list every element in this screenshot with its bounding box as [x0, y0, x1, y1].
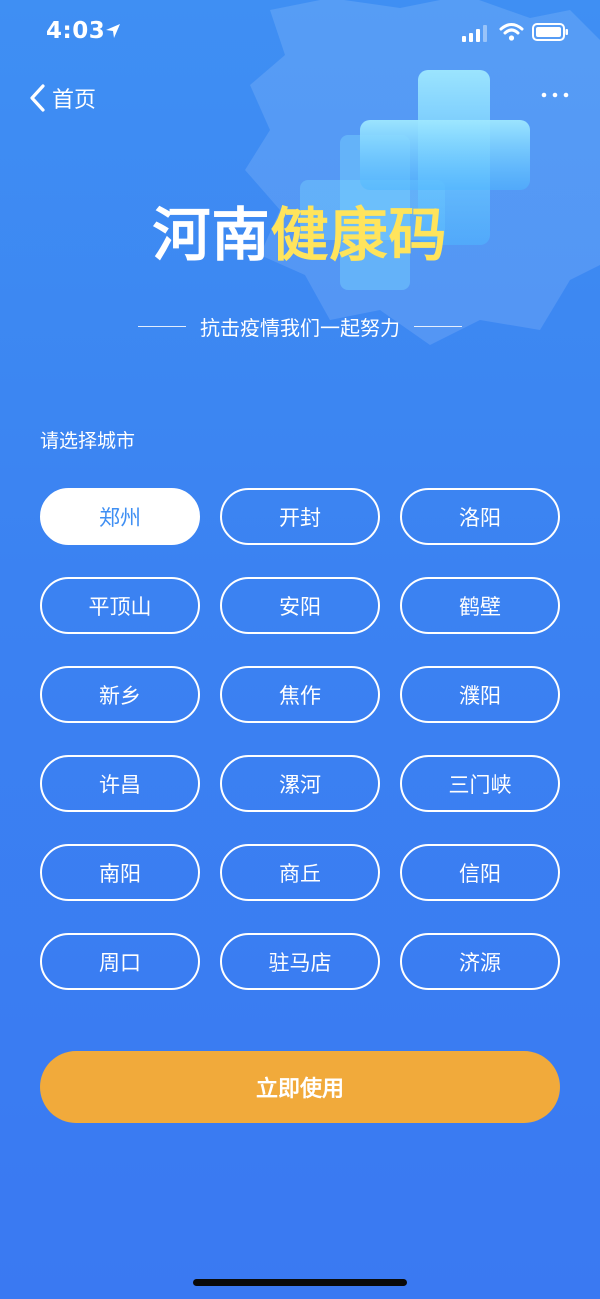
subtitle-slogan: 抗击疫情我们一起努力 [200, 316, 400, 340]
city-grid: 郑州 开封 洛阳 平顶山 安阳 鹤壁 新乡 焦作 濮阳 许昌 漯河 三门峡 南阳… [40, 488, 560, 990]
city-button[interactable]: 焦作 [220, 666, 380, 723]
signal-icon [462, 25, 487, 42]
title-health-code: 健康码 [270, 201, 448, 269]
city-button[interactable]: 安阳 [220, 577, 380, 634]
title-region: 河南 [152, 201, 271, 269]
city-button[interactable]: 洛阳 [400, 488, 560, 545]
city-button[interactable]: 开封 [220, 488, 380, 545]
location-arrow-icon [106, 24, 120, 38]
city-button[interactable]: 鹤壁 [400, 577, 560, 634]
status-bar: 4:03 [0, 0, 600, 66]
city-button[interactable]: 濮阳 [400, 666, 560, 723]
city-button[interactable]: 济源 [400, 933, 560, 990]
city-button[interactable]: 商丘 [220, 844, 380, 901]
page-title: 河南健康码 [0, 206, 600, 264]
city-button[interactable]: 南阳 [40, 844, 200, 901]
city-button[interactable]: 平顶山 [40, 577, 200, 634]
health-code-screen: 4:03 首页 河南健康码 抗击疫情我们一起努力 请选择城市 郑州 开封 洛阳 … [0, 0, 600, 1299]
back-chevron-icon [30, 84, 45, 112]
city-button[interactable]: 郑州 [40, 488, 200, 545]
battery-icon [532, 23, 568, 41]
city-button[interactable]: 驻马店 [220, 933, 380, 990]
back-button[interactable]: 首页 [28, 78, 96, 118]
use-now-button[interactable]: 立即使用 [40, 1051, 560, 1123]
subtitle-divider-left [138, 325, 186, 328]
city-button[interactable]: 新乡 [40, 666, 200, 723]
city-button[interactable]: 三门峡 [400, 755, 560, 812]
city-button[interactable]: 许昌 [40, 755, 200, 812]
status-time: 4:03 [46, 18, 106, 44]
wifi-icon [499, 23, 524, 41]
subtitle-row: 抗击疫情我们一起努力 [0, 312, 600, 341]
subtitle-divider-right [414, 325, 462, 328]
back-label: 首页 [52, 88, 97, 113]
more-icon[interactable] [540, 90, 570, 100]
home-indicator [193, 1279, 407, 1286]
city-button[interactable]: 周口 [40, 933, 200, 990]
city-button[interactable]: 漯河 [220, 755, 380, 812]
city-select-prompt: 请选择城市 [40, 430, 136, 452]
city-button[interactable]: 信阳 [400, 844, 560, 901]
